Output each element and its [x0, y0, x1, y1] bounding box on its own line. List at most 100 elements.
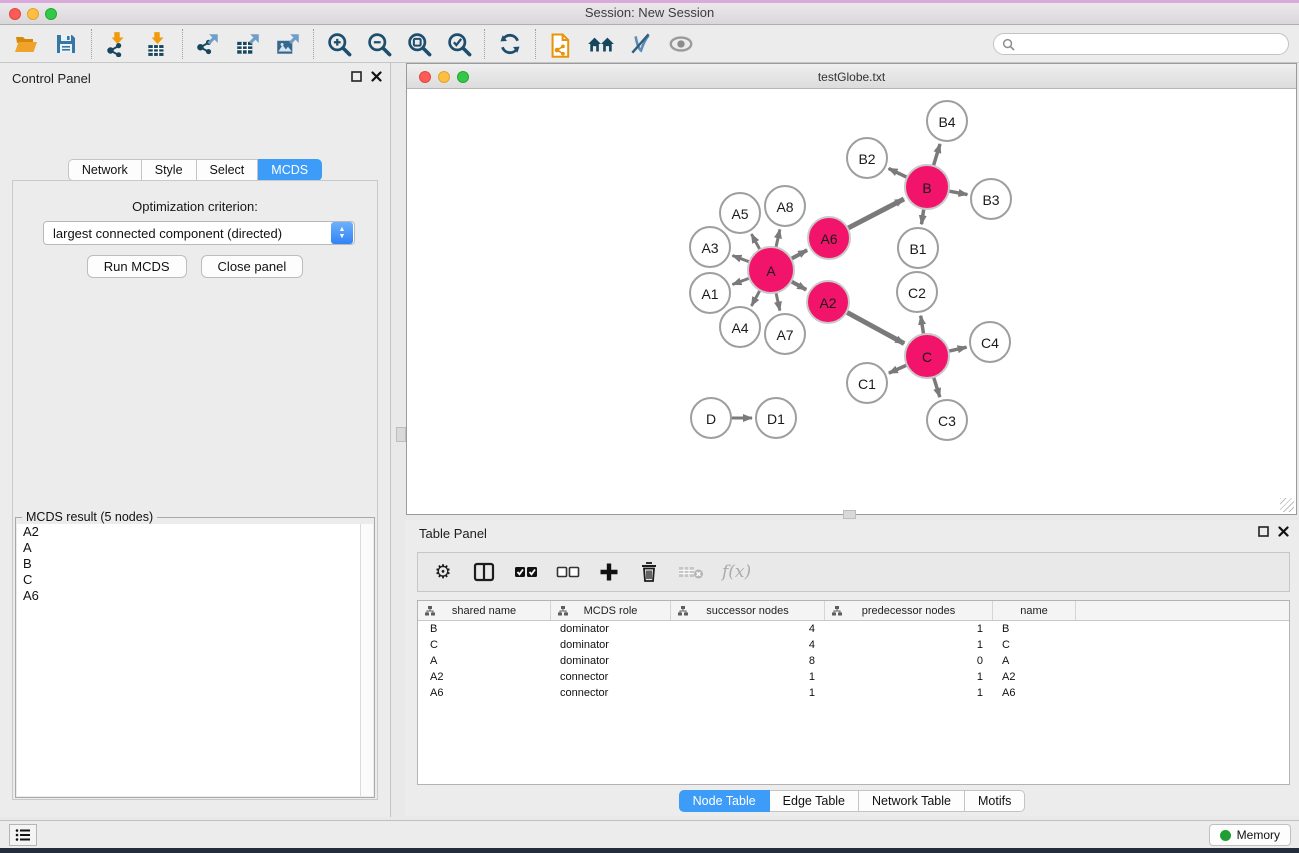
- panel-splitter-handle[interactable]: [843, 510, 856, 519]
- close-panel-icon[interactable]: [371, 71, 382, 82]
- attribute-settings-icon[interactable]: ⚙: [432, 560, 454, 584]
- table-row[interactable]: Cdominator41C: [418, 637, 1289, 653]
- graph-edge-B-B3[interactable]: [949, 191, 968, 195]
- refresh-icon[interactable]: [490, 28, 530, 60]
- zoom-out-icon[interactable]: [359, 28, 399, 60]
- result-list-item[interactable]: A2: [17, 524, 373, 540]
- graph-edge-A-A5[interactable]: [751, 234, 760, 250]
- cell-mcds-role[interactable]: dominator: [551, 637, 671, 653]
- save-session-icon[interactable]: [46, 28, 86, 60]
- zoom-selected-icon[interactable]: [439, 28, 479, 60]
- graph-edge-C-C2[interactable]: [921, 316, 924, 335]
- graph-edge-C-C3[interactable]: [934, 377, 940, 397]
- table-row[interactable]: A6connector11A6: [418, 685, 1289, 701]
- new-network-from-selection-icon[interactable]: [541, 28, 581, 60]
- export-network-icon[interactable]: [188, 28, 228, 60]
- graph-edge-A-A6[interactable]: [791, 250, 807, 259]
- table-row[interactable]: A2connector11A2: [418, 669, 1289, 685]
- panel-splitter-handle[interactable]: [396, 427, 406, 442]
- zoom-fit-icon[interactable]: [399, 28, 439, 60]
- cell-name[interactable]: A2: [993, 669, 1076, 685]
- graph-edge-B-B2[interactable]: [889, 168, 908, 177]
- graph-edge-A-A3[interactable]: [732, 255, 749, 261]
- unselect-all-columns-icon[interactable]: [556, 560, 580, 584]
- export-table-icon[interactable]: [228, 28, 268, 60]
- run-mcds-button[interactable]: Run MCDS: [87, 255, 187, 278]
- memory-button[interactable]: Memory: [1209, 824, 1291, 846]
- graph-edge-C-C1[interactable]: [889, 365, 907, 373]
- task-history-button[interactable]: [9, 824, 37, 846]
- cell-mcds-role[interactable]: connector: [551, 685, 671, 701]
- network-window-titlebar[interactable]: testGlobe.txt: [407, 64, 1296, 89]
- show-graphics-details-eye-icon[interactable]: [661, 28, 701, 60]
- graph-edge-A2-C[interactable]: [846, 312, 904, 343]
- hide-graphics-details-icon[interactable]: [621, 28, 661, 60]
- open-session-icon[interactable]: [6, 28, 46, 60]
- cell-successor-nodes[interactable]: 4: [671, 637, 825, 653]
- graph-edge-A-A7[interactable]: [776, 292, 780, 310]
- tab-node-table[interactable]: Node Table: [679, 790, 770, 812]
- delete-table-icon[interactable]: [678, 560, 704, 584]
- tab-mcds[interactable]: MCDS: [258, 159, 322, 181]
- tab-network-table[interactable]: Network Table: [859, 790, 965, 812]
- export-image-icon[interactable]: [268, 28, 308, 60]
- close-panel-icon[interactable]: [1278, 526, 1289, 537]
- result-list-item[interactable]: A6: [17, 588, 373, 604]
- cell-predecessor-nodes[interactable]: 1: [825, 621, 993, 637]
- graph-edge-B-B4[interactable]: [933, 144, 940, 166]
- window-resize-grip[interactable]: [1280, 498, 1294, 512]
- zoom-in-icon[interactable]: [319, 28, 359, 60]
- graph-edge-A-A2[interactable]: [791, 281, 806, 290]
- column-header-name[interactable]: name: [993, 601, 1076, 620]
- add-column-icon[interactable]: [598, 560, 620, 584]
- float-panel-icon[interactable]: [351, 71, 362, 82]
- cell-shared-name[interactable]: B: [418, 621, 551, 637]
- search-input[interactable]: [1020, 37, 1280, 51]
- close-panel-button[interactable]: Close panel: [201, 255, 304, 278]
- import-table-icon[interactable]: [137, 28, 177, 60]
- cell-mcds-role[interactable]: connector: [551, 669, 671, 685]
- graph-edge-A-A1[interactable]: [732, 278, 749, 284]
- tab-edge-table[interactable]: Edge Table: [770, 790, 859, 812]
- table-row[interactable]: Adominator80A: [418, 653, 1289, 669]
- cell-name[interactable]: A6: [993, 685, 1076, 701]
- float-panel-icon[interactable]: [1258, 526, 1269, 537]
- graph-edge-B-B1[interactable]: [922, 209, 924, 224]
- search-field[interactable]: [993, 33, 1289, 55]
- cell-name[interactable]: C: [993, 637, 1076, 653]
- select-all-columns-icon[interactable]: [514, 560, 538, 584]
- table-row[interactable]: Bdominator41B: [418, 621, 1289, 637]
- column-panel-icon[interactable]: [472, 560, 496, 584]
- cell-name[interactable]: A: [993, 653, 1076, 669]
- tab-network[interactable]: Network: [68, 159, 142, 181]
- cell-mcds-role[interactable]: dominator: [551, 621, 671, 637]
- home-icon[interactable]: [581, 28, 621, 60]
- result-list-item[interactable]: A: [17, 540, 373, 556]
- import-network-icon[interactable]: [97, 28, 137, 60]
- cell-shared-name[interactable]: A: [418, 653, 551, 669]
- tab-motifs[interactable]: Motifs: [965, 790, 1025, 812]
- result-list-item[interactable]: C: [17, 572, 373, 588]
- column-header-successor-nodes[interactable]: successor nodes: [671, 601, 825, 620]
- cell-name[interactable]: B: [993, 621, 1076, 637]
- graph-edge-A-A4[interactable]: [751, 290, 760, 306]
- result-scrollbar-track[interactable]: [360, 524, 373, 796]
- graph-edge-A6-B[interactable]: [848, 199, 904, 228]
- cell-predecessor-nodes[interactable]: 1: [825, 685, 993, 701]
- column-header-shared-name[interactable]: shared name: [418, 601, 551, 620]
- tab-style[interactable]: Style: [142, 159, 197, 181]
- cell-successor-nodes[interactable]: 1: [671, 685, 825, 701]
- mcds-result-list[interactable]: A2ABCA6: [17, 524, 373, 796]
- graph-edge-A-A8[interactable]: [776, 229, 780, 247]
- cell-mcds-role[interactable]: dominator: [551, 653, 671, 669]
- column-header-predecessor-nodes[interactable]: predecessor nodes: [825, 601, 993, 620]
- optimization-criterion-select[interactable]: largest connected component (directed) ▲…: [43, 221, 355, 245]
- cell-shared-name[interactable]: C: [418, 637, 551, 653]
- cell-predecessor-nodes[interactable]: 0: [825, 653, 993, 669]
- cell-predecessor-nodes[interactable]: 1: [825, 637, 993, 653]
- result-list-item[interactable]: B: [17, 556, 373, 572]
- delete-columns-icon[interactable]: [638, 560, 660, 584]
- graph-edge-C-C4[interactable]: [948, 347, 966, 351]
- network-canvas[interactable]: B4B2BB3B1A5A8A6A3AA1A2A4A7C2C4CC1C3DD1: [407, 89, 1296, 514]
- cell-predecessor-nodes[interactable]: 1: [825, 669, 993, 685]
